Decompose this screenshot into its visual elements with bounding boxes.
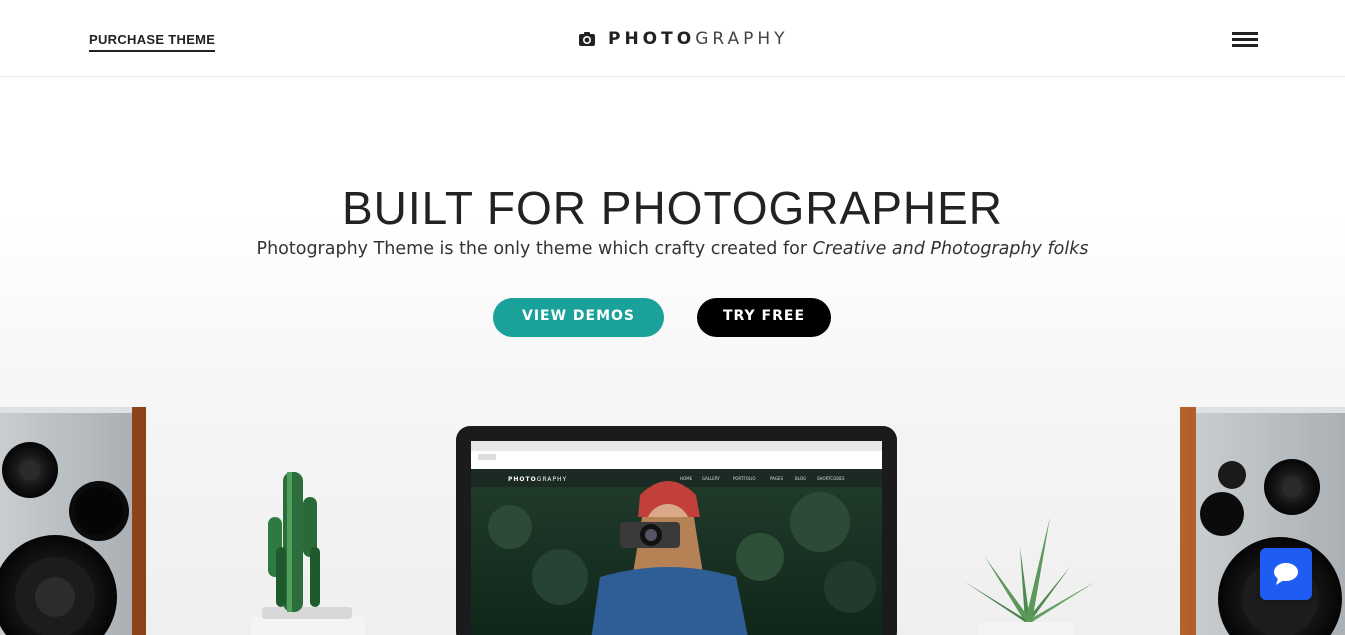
succulent-plant	[965, 517, 1095, 635]
hero-subtitle-emphasis: Creative and Photography folks	[812, 239, 1089, 259]
laptop-nav-item: SHORTCODES	[817, 476, 845, 481]
laptop-nav-item: HOME	[680, 476, 693, 481]
logo-text-light: GRAPHY	[695, 29, 789, 49]
laptop-nav-item: BLOG	[795, 476, 806, 481]
logo-text-bold: PHOTO	[608, 29, 696, 49]
view-demos-button[interactable]: VIEW DEMOS	[493, 298, 664, 337]
purchase-theme-link[interactable]: PURCHASE THEME	[89, 32, 216, 52]
hero-section: PHOTOGRAPHY HOME GALLERY PORTFOLIO PAGES BLO…	[0, 77, 1345, 635]
laptop-logo-light: GRAPHY	[537, 476, 567, 483]
laptop-logo-bold: PHOTO	[508, 476, 537, 483]
laptop-screen-logo: PHOTOGRAPHY	[508, 476, 567, 483]
hero-background-scene: PHOTOGRAPHY HOME GALLERY PORTFOLIO PAGES BLO…	[0, 407, 1345, 635]
hero-title: BUILT FOR PHOTOGRAPHER	[342, 182, 1003, 234]
site-header: PURCHASE THEME PHOTOGRAPHY	[0, 0, 1345, 77]
camera-icon	[579, 32, 595, 46]
hero-subtitle: Photography Theme is the only theme whic…	[0, 239, 1345, 259]
chat-glyph	[1274, 563, 1298, 585]
site-logo[interactable]: PHOTOGRAPHY	[578, 28, 789, 50]
hero-subtitle-text: Photography Theme is the only theme whic…	[256, 239, 813, 259]
chat-bubble-icon[interactable]	[1260, 548, 1312, 600]
cactus-plant	[251, 472, 365, 635]
laptop-nav-item: GALLERY	[702, 476, 720, 481]
left-speaker	[0, 407, 146, 635]
laptop-nav-item: PAGES	[770, 476, 783, 481]
hamburger-menu-icon[interactable]	[1232, 31, 1259, 49]
logo-text: PHOTOGRAPHY	[608, 29, 789, 49]
try-free-button[interactable]: TRY FREE	[697, 298, 831, 337]
laptop-nav-item: PORTFOLIO	[733, 476, 756, 481]
laptop	[456, 426, 897, 635]
right-speaker	[1180, 407, 1345, 635]
